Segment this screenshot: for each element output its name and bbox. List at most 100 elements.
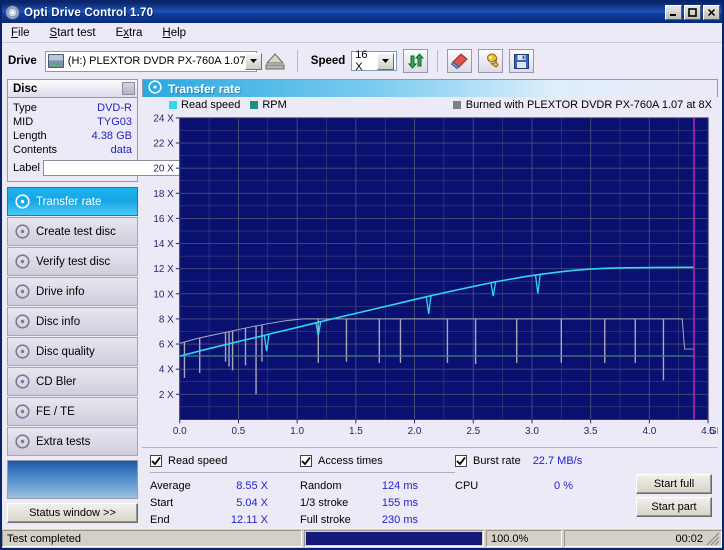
result-full-stroke: Full stroke 230 ms [300, 511, 455, 528]
menu-extra[interactable]: Extra [114, 26, 145, 40]
start-buttons: Start full Start part [636, 474, 712, 517]
chart-header: Transfer rate [142, 79, 718, 97]
start-part-button[interactable]: Start part [636, 497, 712, 517]
disc-panel: Type DVD-R MID TYG03 Length 4.38 GB Cont… [7, 97, 246, 182]
main-panel: Transfer rate Read speed RPM Burned with… [142, 79, 718, 528]
maximize-icon[interactable] [684, 5, 701, 20]
elapsed-time: 00:02 [564, 530, 722, 547]
svg-text:14 X: 14 X [153, 239, 174, 250]
disc-row-contents: Contents data [13, 143, 132, 157]
svg-text:6 X: 6 X [159, 340, 174, 351]
sidebar: Disc Type DVD-R MID TYG03 Length 4.38 GB… [7, 79, 246, 528]
svg-text:1.0: 1.0 [290, 426, 304, 437]
sidebar-item-disc-quality[interactable]: Disc quality [7, 337, 138, 366]
disc-icon [15, 374, 30, 389]
result-value: 155 ms [381, 496, 418, 509]
sidebar-item-label: Drive info [36, 285, 85, 298]
legend-swatch [169, 100, 177, 109]
result-key: 1/3 stroke [300, 496, 349, 509]
result-value: 124 ms [381, 479, 418, 492]
result-key: Start [150, 496, 174, 509]
legend-swatch [452, 100, 461, 109]
disc-label-caption: Label [13, 162, 40, 174]
disc-panel-header: Disc [7, 79, 138, 97]
disc-row-length: Length 4.38 GB [13, 129, 132, 143]
drive-select[interactable]: (H:) PLEXTOR DVDR PX-760A 1.07 [44, 50, 263, 72]
status-window-button[interactable]: Status window >> [7, 503, 138, 523]
speed-select[interactable]: 16 X [351, 49, 398, 73]
legend-item-read-speed: Read speed [169, 99, 240, 111]
menu-start-test[interactable]: Start test [48, 26, 98, 40]
disc-row-type: Type DVD-R [13, 101, 132, 115]
status-message: Test completed [2, 530, 302, 547]
svg-text:4 X: 4 X [159, 365, 174, 376]
result-end: End 12.11 X [150, 511, 300, 528]
start-full-label: Start full [653, 478, 695, 490]
legend-swatch [250, 100, 259, 109]
sidebar-item-fe-te[interactable]: FE / TE [7, 397, 138, 426]
disc-length-value: 4.38 GB [91, 130, 132, 142]
sidebar-item-verify-test-disc[interactable]: Verify test disc [7, 247, 138, 276]
svg-text:16 X: 16 X [153, 214, 174, 225]
menu-file[interactable]: File [9, 26, 32, 40]
burst-rate-checkbox[interactable] [455, 455, 467, 467]
access-times-checkbox[interactable] [300, 455, 312, 467]
sidebar-item-transfer-rate[interactable]: Transfer rate [7, 187, 138, 216]
sidebar-item-disc-info[interactable]: Disc info [7, 307, 138, 336]
result-value: 5.04 X [236, 496, 268, 509]
save-button[interactable] [509, 49, 535, 73]
svg-text:GB: GB [709, 426, 718, 437]
application-window: Opti Drive Control 1.70 File Start test … [0, 0, 724, 550]
result-value: 230 ms [381, 513, 418, 526]
read-speed-checkbox[interactable] [150, 455, 162, 467]
disc-mid-value: TYG03 [97, 116, 132, 128]
sidebar-item-label: FE / TE [36, 405, 75, 418]
progress-fill [306, 532, 482, 545]
disc-icon [15, 434, 30, 449]
erase-button[interactable] [447, 49, 473, 73]
eject-button[interactable] [262, 49, 288, 73]
speed-value: 16 X [355, 49, 368, 73]
disc-panel-button[interactable] [122, 82, 135, 95]
read-speed-results: Read speed Average 8.55 X Start 5.04 X E… [150, 453, 300, 528]
disc-icon [15, 194, 30, 209]
svg-text:3.5: 3.5 [584, 426, 598, 437]
svg-text:12 X: 12 X [153, 264, 174, 275]
resize-grip-icon[interactable] [706, 532, 720, 546]
disc-contents-value: data [110, 144, 132, 156]
chevron-down-icon[interactable] [245, 52, 263, 70]
sidebar-item-label: Transfer rate [36, 195, 102, 208]
sidebar-item-label: Verify test disc [36, 255, 111, 268]
legend-label: RPM [262, 98, 287, 111]
result-key: CPU [455, 479, 479, 492]
close-icon[interactable] [703, 5, 720, 20]
refresh-button[interactable] [403, 49, 429, 73]
result-key: Full stroke [300, 513, 351, 526]
disc-mid-label: MID [13, 116, 34, 128]
access-times-results: Access times Random 124 ms 1/3 stroke 15… [300, 453, 455, 528]
app-icon [5, 5, 20, 20]
main-body: Disc Type DVD-R MID TYG03 Length 4.38 GB… [2, 79, 722, 528]
menu-help[interactable]: Help [160, 26, 188, 40]
sidebar-item-drive-info[interactable]: Drive info [7, 277, 138, 306]
sidebar-item-cd-bler[interactable]: CD Bler [7, 367, 138, 396]
chevron-down-icon[interactable] [377, 52, 395, 70]
chart-legend: Read speed RPM Burned with PLEXTOR DVDR … [142, 97, 718, 112]
svg-text:1.5: 1.5 [349, 426, 363, 437]
legend-label: Read speed [181, 98, 241, 111]
start-full-button[interactable]: Start full [636, 474, 712, 494]
read-speed-checkbox-label: Read speed [168, 455, 228, 467]
toolbar-separator [296, 50, 298, 72]
tools-button[interactable] [478, 49, 504, 73]
burned-with-info: Burned with PLEXTOR DVDR PX-760A 1.07 at… [452, 99, 712, 111]
progress-track [306, 532, 482, 545]
start-part-label: Start part [651, 501, 697, 513]
svg-text:0.0: 0.0 [173, 426, 187, 437]
result-random: Random 124 ms [300, 477, 455, 494]
burst-rate-results: Burst rate 22.7 MB/s CPU 0 % [455, 453, 605, 528]
sidebar-item-extra-tests[interactable]: Extra tests [7, 427, 138, 456]
minimize-icon[interactable] [665, 5, 682, 20]
status-window-label: Status window >> [29, 507, 116, 519]
sidebar-item-create-test-disc[interactable]: Create test disc [7, 217, 138, 246]
disc-length-label: Length [13, 130, 47, 142]
